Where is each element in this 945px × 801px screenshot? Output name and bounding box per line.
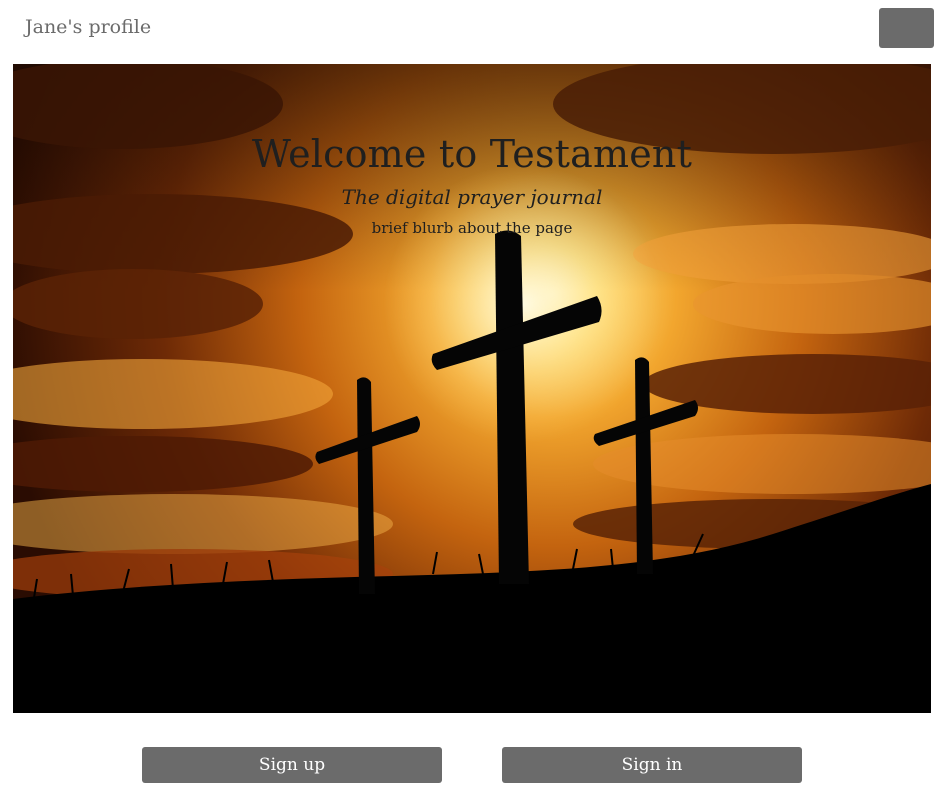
- profile-title[interactable]: Jane's profile: [25, 16, 151, 38]
- sign-in-button[interactable]: Sign in: [502, 747, 802, 783]
- hero-banner: Welcome to Testament The digital prayer …: [13, 64, 931, 713]
- hero-title: Welcome to Testament: [251, 132, 693, 176]
- sign-up-button[interactable]: Sign up: [142, 747, 442, 783]
- menu-button[interactable]: [879, 8, 934, 48]
- hero-blurb: brief blurb about the page: [371, 219, 573, 237]
- hero-subtitle: The digital prayer journal: [341, 185, 603, 209]
- top-bar: Jane's profile: [0, 0, 945, 60]
